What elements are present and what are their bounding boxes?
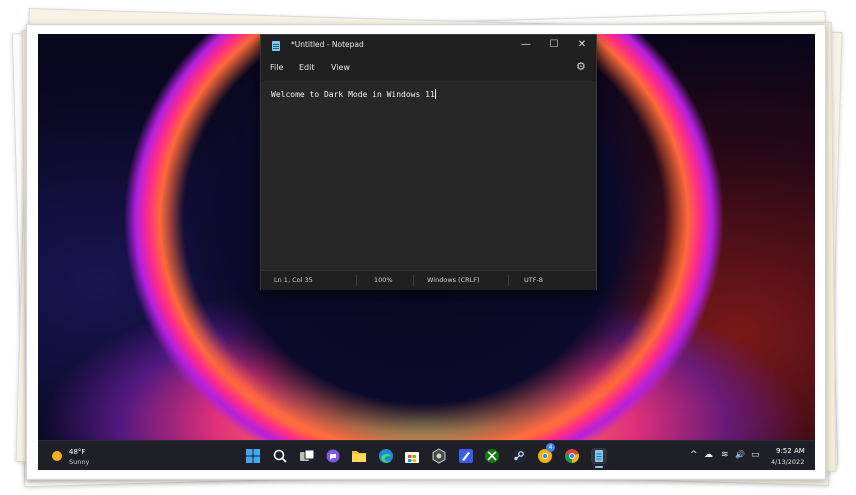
- start-icon[interactable]: [245, 448, 261, 464]
- weather-condition: Sunny: [69, 458, 90, 466]
- status-divider: [508, 275, 509, 286]
- maximize-button[interactable]: ☐: [540, 35, 568, 55]
- close-button[interactable]: ✕: [568, 35, 596, 55]
- notepad-titlebar[interactable]: *Untitled - Notepad — ☐ ✕: [261, 35, 596, 57]
- store-icon[interactable]: [404, 448, 420, 464]
- weather-temperature: 48°F: [69, 448, 86, 456]
- battery-icon[interactable]: ▭: [751, 450, 760, 460]
- editor-content: Welcome to Dark Mode in Windows 11: [271, 90, 435, 99]
- clock-time: 9:52 AM: [776, 447, 805, 455]
- status-divider: [356, 275, 357, 286]
- text-editor[interactable]: Welcome to Dark Mode in Windows 11: [271, 89, 436, 99]
- chrome-canary-icon[interactable]: 4: [537, 443, 555, 464]
- notepad-icon: [272, 41, 280, 51]
- menu-file[interactable]: File: [270, 63, 283, 72]
- menu-view[interactable]: View: [331, 63, 350, 72]
- status-bar: Ln 1, Col 35 100% Windows (CRLF) UTF-8: [261, 270, 596, 290]
- file-explorer-icon[interactable]: [351, 448, 367, 464]
- taskbar: 48°F Sunny 4 ^ ☁ ≋ 🔊 ▭ 9:52 AM 4/13/2022: [38, 440, 815, 470]
- wifi-icon[interactable]: ≋: [721, 450, 729, 460]
- app-icon[interactable]: [431, 448, 447, 464]
- volume-icon[interactable]: 🔊: [735, 450, 745, 459]
- show-hidden-icons-chevron-icon[interactable]: ^: [690, 450, 698, 460]
- chrome-icon[interactable]: [564, 448, 580, 464]
- settings-gear-icon[interactable]: ⚙: [576, 60, 586, 73]
- window-title: *Untitled - Notepad: [291, 40, 364, 49]
- notification-badge: 4: [546, 443, 555, 452]
- text-caret: [434, 89, 436, 99]
- search-icon[interactable]: [272, 448, 288, 464]
- notepad-taskbar-icon[interactable]: [591, 448, 607, 468]
- menu-edit[interactable]: Edit: [299, 63, 315, 72]
- zoom-level: 100%: [374, 276, 393, 284]
- active-indicator: [595, 466, 603, 468]
- line-ending: Windows (CRLF): [427, 276, 480, 284]
- chat-icon[interactable]: [325, 448, 341, 464]
- task-view-icon[interactable]: [299, 448, 315, 464]
- xbox-icon[interactable]: [484, 448, 500, 464]
- paint-icon[interactable]: [458, 448, 474, 464]
- clock-date: 4/13/2022: [771, 458, 805, 466]
- desktop-screen: *Untitled - Notepad — ☐ ✕ File Edit View…: [38, 34, 815, 470]
- steam-icon[interactable]: [511, 448, 527, 464]
- onedrive-cloud-icon[interactable]: ☁: [704, 450, 713, 460]
- sun-icon: [52, 451, 62, 461]
- minimize-button[interactable]: —: [512, 35, 540, 55]
- cursor-position: Ln 1, Col 35: [274, 276, 313, 284]
- encoding: UTF-8: [524, 276, 543, 284]
- menu-bar: File Edit View ⚙: [261, 57, 596, 81]
- edge-icon[interactable]: [378, 448, 394, 464]
- status-divider: [413, 275, 414, 286]
- notepad-window[interactable]: *Untitled - Notepad — ☐ ✕ File Edit View…: [260, 34, 597, 290]
